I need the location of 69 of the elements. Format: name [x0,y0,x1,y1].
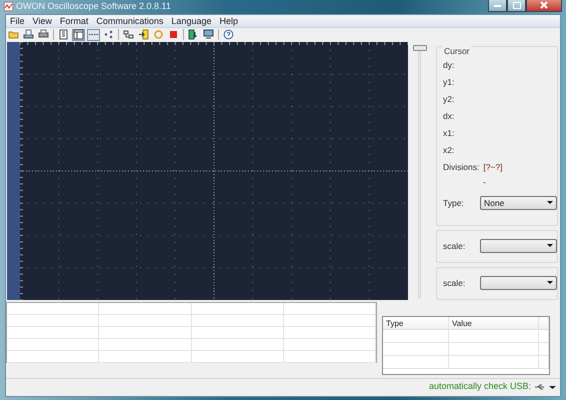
stop-icon [168,29,179,40]
column-header [539,316,549,330]
network-icon [123,29,134,40]
group-title: Cursor [443,44,471,58]
download-icon [188,29,199,40]
help-icon [223,29,234,40]
menu-item[interactable]: Language [167,14,216,26]
menu-item[interactable]: File [6,14,29,26]
app-icon [4,2,13,12]
field-label: y1: [443,76,454,89]
printer-icon [38,29,49,40]
field-label: x2: [443,144,454,157]
toolbar-button[interactable] [222,28,235,40]
share-icon [103,29,114,40]
toolbar-button[interactable] [87,28,100,40]
table-cell [539,330,549,342]
toolbar-button[interactable] [122,28,135,40]
maximize-icon [512,2,520,9]
menu-item[interactable]: Help [215,14,242,26]
menu-item[interactable]: Format [56,14,92,26]
slider-thumb[interactable] [413,44,427,50]
field-label: x1: [443,126,454,140]
field-label: dx: [443,110,454,123]
import-icon [138,29,149,40]
table-cell [539,356,549,368]
field-label: Divisions: [443,160,480,174]
field-label: scale: [443,240,466,252]
toolbar-button[interactable] [22,28,35,40]
tray-icon [23,29,34,40]
window-icon [73,29,84,40]
monitor-icon [203,29,214,40]
field-label: dy: [443,58,454,72]
usb-icon [535,384,545,390]
toolbar-button[interactable] [202,28,215,40]
toolbar-button[interactable] [37,28,50,40]
minimize-button[interactable] [488,0,507,12]
menu-item[interactable]: View [28,14,56,26]
column-header: Type [383,316,449,330]
field-label: scale: [443,276,466,290]
table-cell [383,356,449,368]
caret-icon[interactable] [549,384,556,390]
table-cell [383,342,449,356]
refresh-icon [153,29,164,40]
toolbar-button[interactable] [137,28,150,40]
type-dropdown[interactable]: None [480,196,557,210]
close-icon [540,1,548,10]
toolbar-button[interactable] [187,28,200,40]
menu-item[interactable]: Communications [92,14,168,26]
caret-icon [547,281,553,285]
list-icon [58,29,69,40]
toolbar-button[interactable] [72,28,85,40]
maximize-button[interactable] [507,0,526,12]
field-label: y2: [443,92,454,106]
caret-icon [547,201,553,206]
table-cell [383,330,449,342]
table-cell [539,342,549,356]
divisions-value: [?~?] [483,160,503,174]
caret-icon [547,244,553,248]
toolbar-button[interactable] [57,28,70,40]
field-label: Type: [443,196,465,210]
minimize-icon [494,4,501,7]
status-text: automatically check USB: [428,380,531,394]
column-header: Value [449,316,539,330]
window-title: OWON Oscilloscope Software 2.0.8.11 [16,0,171,13]
close-button[interactable] [526,0,562,12]
scale-dropdown[interactable] [480,239,557,253]
toolbar-button[interactable] [102,28,115,40]
dash-text: - [483,176,486,190]
scale-dropdown[interactable] [480,276,557,290]
